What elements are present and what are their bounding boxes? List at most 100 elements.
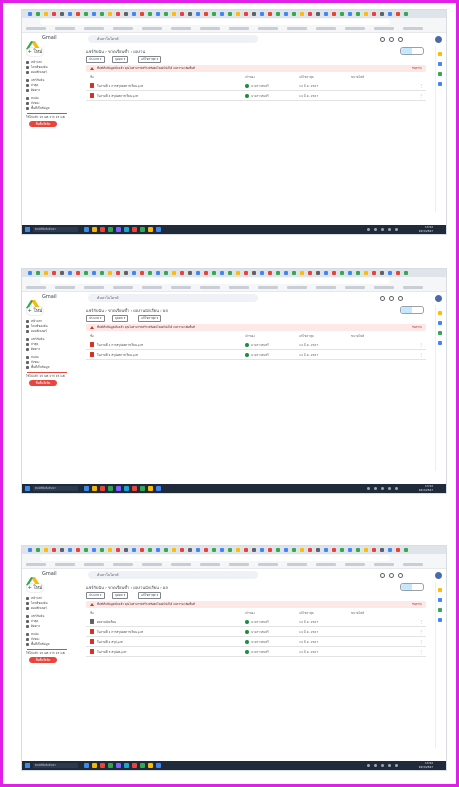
tab-favicon-icon[interactable] (44, 271, 48, 275)
tab-favicon-icon[interactable] (316, 271, 320, 275)
list-view-button[interactable] (401, 48, 412, 54)
taskbar-app-icon[interactable] (116, 227, 121, 232)
tab-favicon-icon[interactable] (220, 271, 224, 275)
dismiss-warning-button[interactable]: รับทราบ (412, 601, 422, 608)
more-actions-icon[interactable]: ⋮ (419, 619, 423, 624)
tab-favicon-icon[interactable] (252, 271, 256, 275)
side-panel-app-icon[interactable] (438, 52, 442, 56)
tab-favicon-icon[interactable] (372, 548, 376, 552)
tab-favicon-icon[interactable] (132, 548, 136, 552)
taskbar-app-icon[interactable] (156, 227, 161, 232)
taskbar-app-icon[interactable] (84, 227, 89, 232)
bookmark-item[interactable] (345, 563, 365, 566)
tab-favicon-icon[interactable] (132, 271, 136, 275)
tab-favicon-icon[interactable] (116, 548, 120, 552)
tab-favicon-icon[interactable] (260, 548, 264, 552)
tab-favicon-icon[interactable] (404, 271, 408, 275)
system-tray-icon[interactable] (381, 228, 384, 231)
dismiss-warning-button[interactable]: รับทราบ (412, 65, 422, 72)
filter-chip[interactable]: ประเภท ▾ (86, 56, 105, 63)
buy-storage-button[interactable]: ซื้อพื้นที่เพิ่ม (29, 121, 57, 127)
system-tray-icon[interactable] (374, 228, 377, 231)
bookmark-item[interactable] (84, 27, 104, 30)
tab-favicon-icon[interactable] (236, 271, 240, 275)
tab-favicon-icon[interactable] (308, 271, 312, 275)
bookmark-item[interactable] (26, 563, 46, 566)
column-header[interactable]: เจ้าของ (245, 75, 255, 80)
apps-grid-icon[interactable] (398, 573, 403, 578)
tab-favicon-icon[interactable] (108, 12, 112, 16)
help-icon[interactable] (380, 573, 385, 578)
tab-favicon-icon[interactable] (164, 548, 168, 552)
tab-favicon-icon[interactable] (244, 12, 248, 16)
bookmark-item[interactable] (55, 27, 75, 30)
filter-chip[interactable]: บุคคล ▾ (112, 56, 129, 63)
tab-favicon-icon[interactable] (332, 548, 336, 552)
taskbar-app-icon[interactable] (108, 763, 113, 768)
side-panel-app-icon[interactable] (438, 588, 442, 592)
tab-favicon-icon[interactable] (268, 12, 272, 16)
taskbar-app-icon[interactable] (116, 763, 121, 768)
drive-search-input[interactable]: ค้นหาในไดรฟ์ (88, 571, 258, 579)
bookmark-item[interactable] (287, 27, 307, 30)
file-row[interactable]: ใบงานที่ 2 สรุป.pdf นางสาวสมศรี 14 มี.ค. 2… (86, 637, 426, 647)
windows-start-icon[interactable] (25, 763, 30, 768)
breadcrumb-item[interactable]: แชร์กับฉัน (86, 585, 104, 590)
tab-favicon-icon[interactable] (68, 12, 72, 16)
filter-chip[interactable]: แก้ไขล่าสุด ▾ (138, 56, 162, 63)
bookmark-item[interactable] (200, 563, 220, 566)
side-panel-app-icon[interactable] (438, 598, 442, 602)
system-tray-icon[interactable] (388, 228, 391, 231)
tab-favicon-icon[interactable] (68, 548, 72, 552)
bookmark-item[interactable] (142, 286, 162, 289)
new-button[interactable]: + ใหม่ (27, 48, 43, 56)
tab-favicon-icon[interactable] (140, 548, 144, 552)
tab-favicon-icon[interactable] (228, 548, 232, 552)
column-header[interactable]: เจ้าของ (245, 611, 255, 616)
bookmark-item[interactable] (26, 27, 46, 30)
side-panel-app-icon[interactable] (438, 62, 442, 66)
more-actions-icon[interactable]: ⋮ (419, 649, 423, 654)
tab-favicon-icon[interactable] (188, 271, 192, 275)
sidebar-item[interactable]: คอมพิวเตอร์ (26, 329, 47, 334)
side-panel-app-icon[interactable] (438, 321, 442, 325)
breadcrumb-item[interactable]: ผล (163, 585, 168, 590)
tab-favicon-icon[interactable] (28, 12, 32, 16)
sidebar-item[interactable]: ติดดาว (26, 624, 40, 629)
bookmark-item[interactable] (403, 563, 423, 566)
bookmark-item[interactable] (200, 27, 220, 30)
tab-favicon-icon[interactable] (276, 271, 280, 275)
taskbar-app-icon[interactable] (132, 227, 137, 232)
system-tray-icon[interactable] (381, 487, 384, 490)
column-header[interactable]: ขนาดไฟล์ (351, 334, 364, 339)
bookmark-item[interactable] (258, 27, 278, 30)
drive-logo-icon[interactable] (26, 35, 40, 50)
system-tray-icon[interactable] (374, 764, 377, 767)
taskbar-app-icon[interactable] (140, 763, 145, 768)
tab-favicon-icon[interactable] (60, 12, 64, 16)
taskbar-app-icon[interactable] (108, 486, 113, 491)
tab-favicon-icon[interactable] (364, 271, 368, 275)
tab-favicon-icon[interactable] (92, 548, 96, 552)
column-header[interactable]: แก้ไขล่าสุด (299, 611, 314, 616)
tab-favicon-icon[interactable] (308, 12, 312, 16)
side-panel-app-icon[interactable] (438, 331, 442, 335)
tab-favicon-icon[interactable] (268, 548, 272, 552)
tab-favicon-icon[interactable] (260, 12, 264, 16)
tab-favicon-icon[interactable] (148, 12, 152, 16)
side-panel-app-icon[interactable] (438, 341, 442, 345)
filter-chip[interactable]: แก้ไขล่าสุด ▾ (138, 592, 162, 599)
tab-favicon-icon[interactable] (100, 12, 104, 16)
tab-favicon-icon[interactable] (244, 548, 248, 552)
taskbar-search-input[interactable]: พิมพ์ที่นี่เพื่อค้นหา (33, 486, 78, 491)
tab-favicon-icon[interactable] (44, 12, 48, 16)
sidebar-item[interactable]: คอมพิวเตอร์ (26, 606, 47, 611)
system-tray-icon[interactable] (388, 487, 391, 490)
file-row[interactable]: ใบงานที่ 1 การสรุปผลการเรียน.pdf นางสาวสม… (86, 627, 426, 637)
tab-favicon-icon[interactable] (364, 12, 368, 16)
tab-favicon-icon[interactable] (212, 548, 216, 552)
tab-favicon-icon[interactable] (92, 12, 96, 16)
list-view-button[interactable] (401, 307, 412, 313)
apps-grid-icon[interactable] (398, 37, 403, 42)
bookmark-item[interactable] (113, 286, 133, 289)
